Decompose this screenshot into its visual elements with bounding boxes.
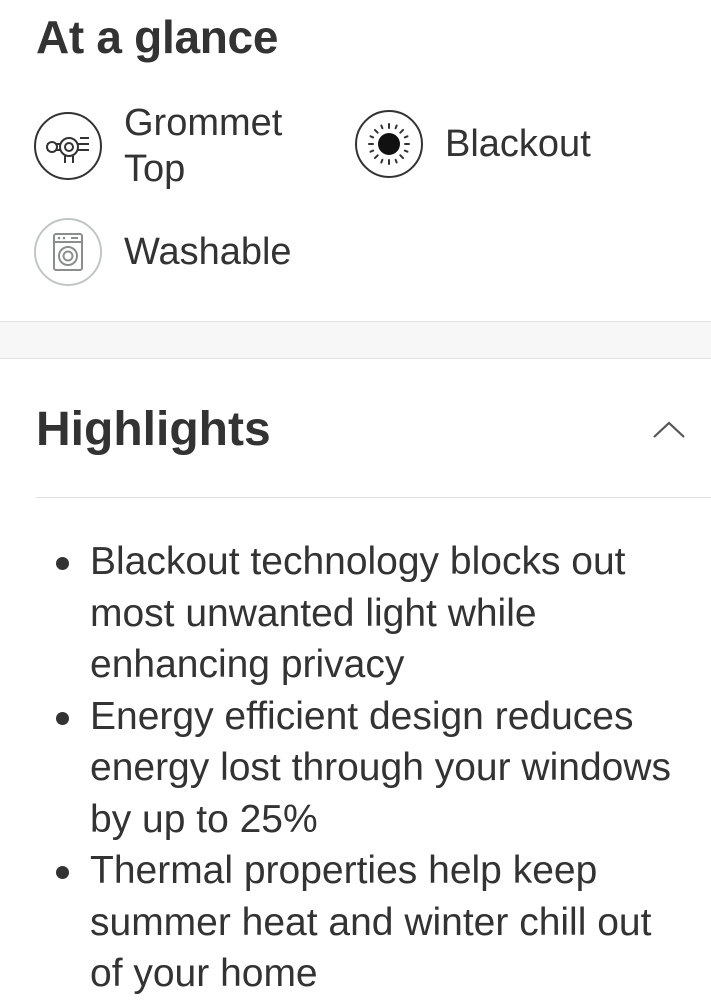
blackout-sun-icon [355, 110, 423, 178]
washing-machine-icon [34, 218, 102, 286]
at-a-glance-title: At a glance [36, 11, 279, 63]
highlight-text: Energy efficient design reduces energy l… [90, 694, 671, 841]
feature-grommet-label-line1: Grommet [124, 102, 283, 144]
section-divider-band [0, 321, 711, 359]
list-item: Energy efficient design reduces energy l… [52, 691, 692, 846]
bullet-icon [56, 557, 69, 570]
bullet-icon [56, 711, 69, 725]
highlights-list: Blackout technology blocks out most unwa… [52, 536, 692, 1000]
feature-washable-label: Washable [124, 231, 292, 273]
bullet-icon [56, 866, 69, 879]
product-details-page: At a glance Grommet Top Blackout Washabl… [0, 0, 711, 1000]
feature-blackout: Blackout [355, 110, 591, 178]
highlights-accordion-header[interactable]: Highlights [36, 398, 711, 498]
feature-grommet-label: Grommet Top [124, 100, 282, 192]
highlight-text: Blackout technology blocks out most unwa… [90, 540, 626, 686]
list-item: Blackout technology blocks out most unwa… [52, 536, 692, 691]
feature-washable: Washable [34, 218, 292, 286]
feature-blackout-label: Blackout [445, 123, 591, 165]
highlights-title: Highlights [36, 403, 271, 456]
grommet-rod-icon [34, 112, 102, 180]
chevron-up-icon[interactable] [647, 412, 691, 448]
list-item: Thermal properties help keep summer heat… [52, 845, 692, 1000]
feature-grommet-top: Grommet Top [34, 100, 282, 192]
feature-grommet-label-line2: Top [124, 148, 186, 190]
highlight-text: Thermal properties help keep summer heat… [90, 849, 652, 995]
